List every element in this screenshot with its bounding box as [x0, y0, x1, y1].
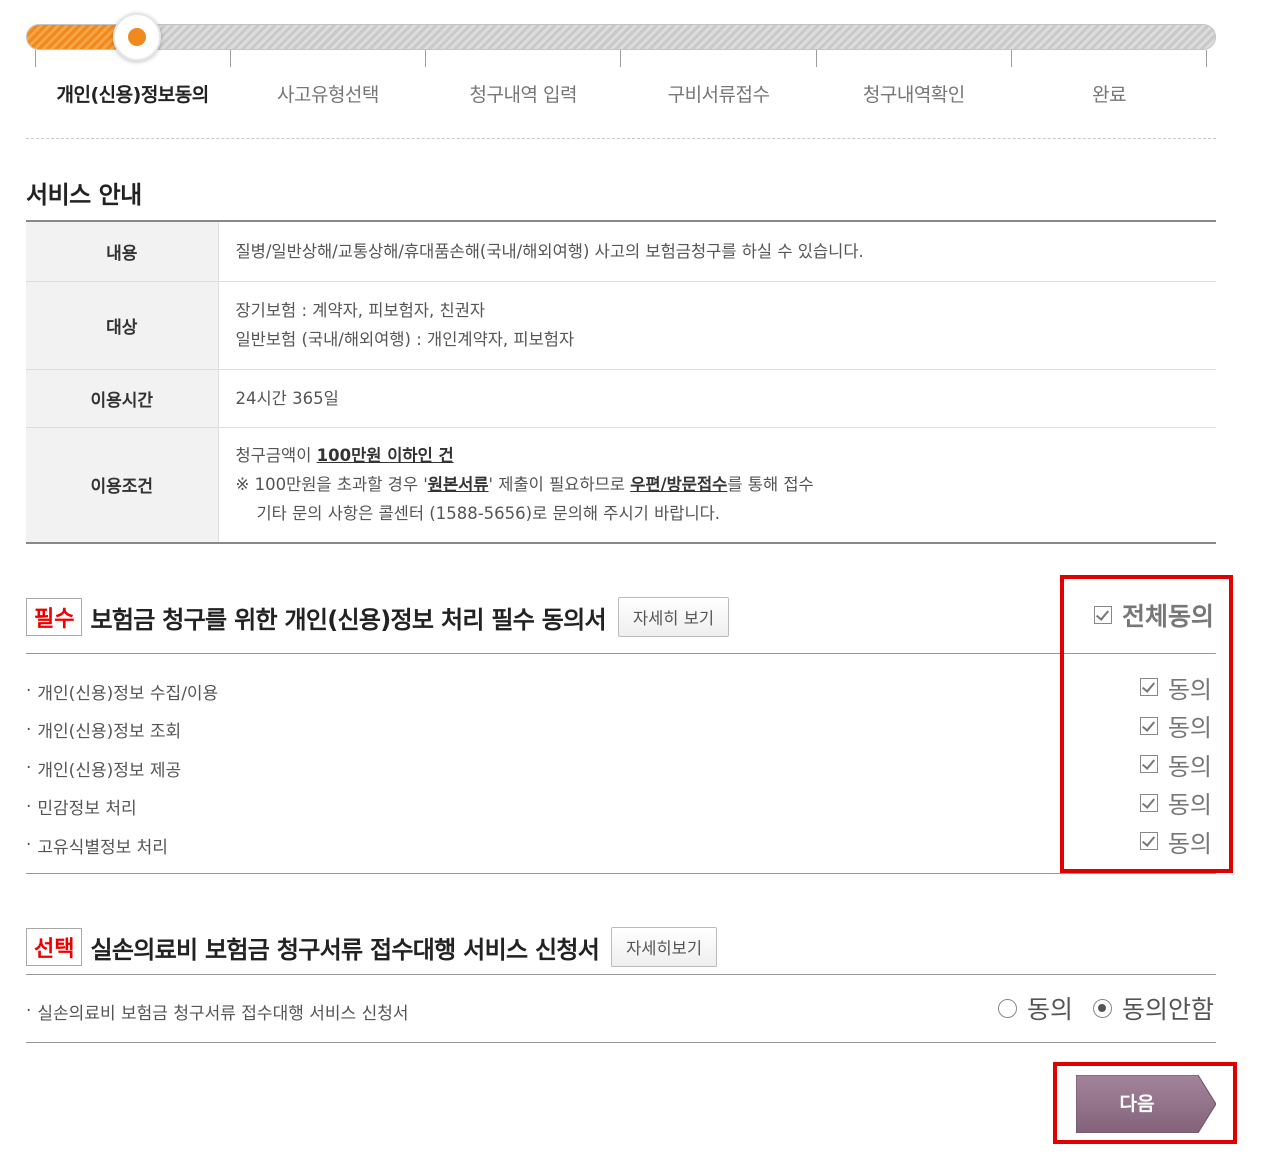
progress-bar	[26, 13, 1216, 61]
divider	[26, 1042, 1216, 1043]
row-value: 장기보험 : 계약자, 피보험자, 친권자 일반보험 (국내/해외여행) : 개…	[218, 281, 1216, 370]
row-label: 이용시간	[26, 369, 219, 428]
row-value-line: 청구금액이 100만원 이하인 건	[235, 446, 454, 466]
row-value: 청구금액이 100만원 이하인 건 ※ 100만원을 초과할 경우 '원본서류'…	[218, 427, 1216, 544]
divider	[26, 873, 1216, 874]
list-item: 민감정보 처리	[26, 788, 218, 827]
progress-tick	[230, 50, 231, 67]
service-section-title: 서비스 안내	[26, 181, 142, 209]
row-label: 이용조건	[26, 427, 219, 544]
radio-agree-label[interactable]: 동의	[1027, 990, 1073, 1026]
progress-tick	[35, 50, 36, 67]
radio-disagree-label[interactable]: 동의안함	[1122, 990, 1214, 1026]
table-row: 내용 질병/일반상해/교통상해/휴대품손해(국내/해외여행) 사고의 보험금청구…	[26, 221, 1216, 282]
list-item: 개인(신용)정보 수집/이용	[26, 672, 218, 711]
next-button[interactable]: 다음	[1076, 1075, 1216, 1133]
optional-consent-header: 선택 실손의료비 보험금 청구서류 접수대행 서비스 신청서 자세히보기	[26, 927, 718, 967]
row-value-line: 장기보험 : 계약자, 피보험자, 친권자	[235, 301, 486, 320]
step-documents: 구비서류접수	[667, 84, 770, 106]
step-personal-info-consent: 개인(신용)정보동의	[56, 84, 210, 106]
progress-tick	[816, 50, 817, 67]
row-value-line: ※ 100만원을 초과할 경우 '원본서류' 제출이 필요하므로 우편/방문접수…	[235, 475, 814, 495]
required-consent-header: 필수 보험금 청구를 위한 개인(신용)정보 처리 필수 동의서 자세히 보기	[26, 597, 730, 637]
progress-tick	[1011, 50, 1012, 67]
row-label: 내용	[26, 221, 219, 282]
list-item: 실손의료비 보험금 청구서류 접수대행 서비스 신청서	[26, 992, 408, 1031]
radio-agree[interactable]	[997, 998, 1017, 1018]
radio-disagree[interactable]	[1092, 998, 1112, 1018]
row-value-line: 기타 문의 사항은 콜센터 (1588-5656)로 문의해 주시기 바랍니다.	[256, 504, 721, 524]
required-consent-title: 보험금 청구를 위한 개인(신용)정보 처리 필수 동의서	[90, 605, 606, 634]
table-row: 이용조건 청구금액이 100만원 이하인 건 ※ 100만원을 초과할 경우 '…	[26, 427, 1216, 544]
divider	[26, 974, 1216, 975]
progress-tick	[425, 50, 426, 67]
row-value-line: 일반보험 (국내/해외여행) : 개인계약자, 피보험자	[235, 330, 575, 349]
table-row: 이용시간 24시간 365일	[26, 369, 1216, 428]
row-value: 질병/일반상해/교통상해/휴대품손해(국내/해외여행) 사고의 보험금청구를 하…	[218, 221, 1216, 282]
step-labels: 개인(신용)정보동의 사고유형선택 청구내역 입력 구비서류접수 청구내역확인 …	[35, 80, 1207, 107]
step-claim-confirm: 청구내역확인	[862, 84, 965, 106]
optional-detail-button[interactable]: 자세히보기	[611, 927, 718, 967]
step-complete: 완료	[1092, 84, 1127, 106]
required-badge: 필수	[26, 598, 83, 636]
divider	[26, 653, 1216, 654]
divider	[26, 138, 1216, 139]
optional-badge: 선택	[26, 928, 83, 966]
optional-consent-radio-group: 동의 동의안함	[997, 990, 1214, 1026]
service-info-table: 내용 질병/일반상해/교통상해/휴대품손해(국내/해외여행) 사고의 보험금청구…	[26, 220, 1216, 544]
progress-tick	[620, 50, 621, 67]
optional-consent-title: 실손의료비 보험금 청구서류 접수대행 서비스 신청서	[90, 935, 600, 964]
next-button-label: 다음	[1119, 1093, 1155, 1115]
list-item: 개인(신용)정보 제공	[26, 749, 218, 788]
step-claim-input: 청구내역 입력	[469, 84, 578, 106]
required-consent-items: 개인(신용)정보 수집/이용 개인(신용)정보 조회 개인(신용)정보 제공 민…	[26, 672, 218, 865]
required-detail-button[interactable]: 자세히 보기	[617, 597, 730, 637]
list-item: 고유식별정보 처리	[26, 826, 218, 865]
table-row: 대상 장기보험 : 계약자, 피보험자, 친권자 일반보험 (국내/해외여행) …	[26, 281, 1216, 370]
highlight-box	[1060, 575, 1233, 873]
list-item: 개인(신용)정보 조회	[26, 711, 218, 750]
row-value: 24시간 365일	[218, 369, 1216, 428]
progress-knob	[113, 13, 161, 61]
step-accident-type: 사고유형선택	[277, 84, 379, 106]
row-label: 대상	[26, 281, 219, 370]
progress-tick	[1206, 50, 1207, 67]
